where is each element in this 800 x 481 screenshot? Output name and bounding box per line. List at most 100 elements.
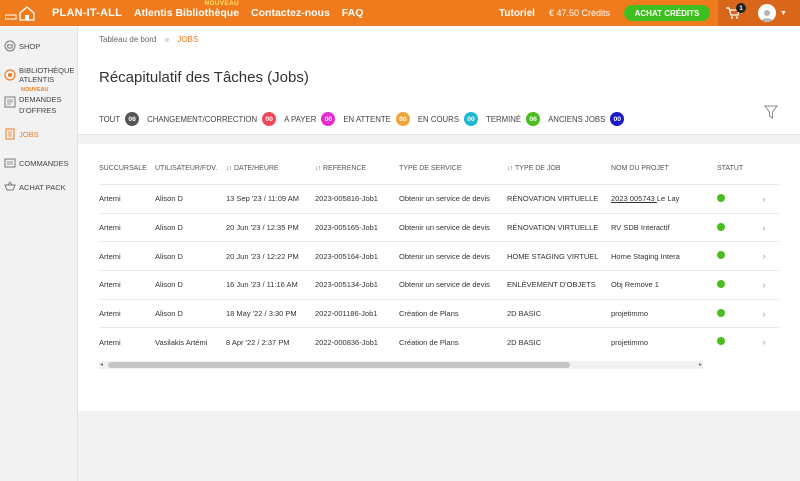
cell-status — [717, 308, 753, 319]
status-dot-icon — [717, 222, 725, 231]
project-name: RV SDB Interactif — [611, 223, 670, 233]
tab-count-badge: 00 — [395, 112, 410, 126]
shop-icon — [4, 40, 16, 52]
chevron-right-icon[interactable]: › — [753, 309, 779, 319]
cell-job-type: RÉNOVATION VIRTUELLE — [507, 194, 599, 204]
chevron-right-icon[interactable]: › — [753, 337, 779, 347]
tutorial-link[interactable]: Tutoriel — [499, 8, 535, 19]
cell-user: Alison D — [155, 309, 183, 319]
project-name: Home Staging Intera — [611, 251, 680, 261]
sidebar-item-shop[interactable]: SHOP — [0, 40, 78, 52]
tab-termin-[interactable]: TERMINÉ 06 — [486, 104, 541, 134]
cell-status — [717, 337, 753, 347]
cell-job-type: 2D BASIC — [507, 309, 542, 319]
house-logo-icon — [5, 6, 35, 21]
sidebar-item-jobs[interactable]: JOBS — [0, 128, 78, 140]
logo[interactable] — [0, 0, 44, 26]
cell-project: 2023 005743 Le Lay — [611, 194, 717, 203]
tab-en-cours[interactable]: EN COURS 00 — [418, 104, 479, 134]
cell-reference: 2022-000836-Job1 — [315, 337, 378, 347]
table-row[interactable]: Artemi Alison D 20 Jun '23 / 12:22 PM 2023-… — [99, 241, 779, 270]
tab-changement-correction[interactable]: CHANGEMENT/CORRECTION 00 — [147, 104, 277, 134]
cell-project: Obj Remove 1 — [611, 280, 717, 289]
breadcrumb-home[interactable]: Tableau de bord — [99, 35, 156, 44]
nav-atlentis-library[interactable]: Atlentis Bibliothèque NOUVEAU — [134, 0, 239, 19]
tab-label: CHANGEMENT/CORRECTION — [147, 114, 258, 124]
tab-label: EN ATTENTE — [343, 114, 391, 124]
sidebar-item-label: BIBLIOTHÈQUE ATLENTIS — [19, 66, 75, 84]
page-title: Récapitulatif des Tâches (Jobs) — [99, 69, 309, 86]
sidebar-item-orders[interactable]: COMMANDES — [0, 157, 78, 169]
sidebar-item-label: COMMANDES — [19, 159, 69, 168]
sidebar-item-label: DEMANDES D'OFFRES — [19, 95, 62, 115]
table-row[interactable]: Artemi Alison D 16 Jun '23 / 11:16 AM 2023-… — [99, 270, 779, 299]
scroll-right-icon[interactable]: ▸ — [699, 361, 702, 369]
col-header-label: TYPE DE JOB — [515, 164, 561, 172]
table-row[interactable]: Artemi Alison D 13 Sep '23 / 11:09 AM 2023-… — [99, 184, 779, 213]
avatar[interactable] — [758, 4, 776, 22]
sidebar-item-library[interactable]: BIBLIOTHÈQUE ATLENTIS NOUVEAU — [0, 66, 78, 95]
tab-label: ANCIENS JOBS — [548, 114, 606, 124]
breadcrumb-current: JOBS — [177, 35, 199, 44]
orders-icon — [4, 158, 16, 168]
table-row[interactable]: Artemi Alison D 18 May '22 / 3:30 PM 2022-0… — [99, 298, 779, 328]
status-tabs: TOUT 06 CHANGEMENT/CORRECTION 00 A PAYER 00 EN… — [99, 104, 632, 136]
tab-en-attente[interactable]: EN ATTENTE 00 — [343, 104, 410, 134]
nav-contact[interactable]: Contactez-nous — [251, 7, 330, 19]
breadcrumb-separator: » — [164, 35, 170, 44]
buy-credits-button[interactable]: ACHAT CRÉDITS — [624, 5, 710, 21]
col-header-reference[interactable]: ↓↑ REFERENCE — [315, 165, 399, 172]
table-row[interactable]: Artemi Alison D 20 Jun '23 / 12:35 PM 2023-… — [99, 212, 779, 242]
cell-project: projetimmo — [611, 309, 717, 318]
project-name: Le Lay — [656, 194, 680, 204]
cell-project: projetimmo — [611, 338, 717, 347]
tab-label: A PAYER — [284, 114, 317, 124]
project-link[interactable]: 2023 005743 — [611, 194, 657, 203]
main-content: Tableau de bord » JOBS Récapitulatif des… — [78, 26, 800, 411]
cell-service: Création de Plans — [399, 309, 459, 319]
col-header-date[interactable]: ↓↑ DATE/HEURE — [226, 165, 315, 172]
cell-user: Alison D — [155, 223, 183, 233]
cell-reference: 2023-005816-Job1 — [315, 194, 378, 204]
col-header-project[interactable]: NOM DU PROJET — [611, 165, 717, 172]
horizontal-scrollbar[interactable]: ◂ ▸ — [99, 361, 703, 369]
chevron-right-icon[interactable]: › — [753, 280, 779, 290]
filter-icon[interactable] — [764, 105, 778, 119]
cell-service: Obtenir un service de devis — [399, 280, 490, 290]
cell-project: Home Staging Intera — [611, 252, 717, 261]
chevron-right-icon[interactable]: › — [753, 223, 779, 233]
cell-status — [717, 222, 753, 233]
cell-service: Obtenir un service de devis — [399, 194, 490, 204]
cell-job-type: HOME STAGING VIRTUEL — [507, 251, 599, 261]
cell-user: Alison D — [155, 280, 183, 290]
cell-service: Obtenir un service de devis — [399, 251, 490, 261]
cell-date: 16 Jun '23 / 11:16 AM — [226, 280, 298, 290]
sidebar-item-offers[interactable]: DEMANDES D'OFFRES — [0, 94, 78, 116]
chevron-right-icon[interactable]: › — [753, 194, 779, 204]
col-header-status[interactable]: STATUT — [717, 165, 753, 172]
new-badge: NOUVEAU — [21, 87, 49, 93]
cell-reference: 2023-005134-Job1 — [315, 280, 378, 290]
tab-tout[interactable]: TOUT 06 — [99, 104, 146, 136]
cell-date: 13 Sep '23 / 11:09 AM — [226, 194, 300, 204]
chevron-down-icon[interactable]: ▼ — [780, 10, 787, 17]
brand-name[interactable]: PLAN-IT-ALL — [52, 7, 122, 19]
table-body: Artemi Alison D 13 Sep '23 / 11:09 AM 2023-… — [99, 184, 779, 356]
scroll-left-icon[interactable]: ◂ — [100, 361, 103, 369]
table-row[interactable]: Artemi Vasilakis Artémi 8 Apr '22 / 2:37 P… — [99, 327, 779, 356]
col-header-job-type[interactable]: ↓↑ TYPE DE JOB — [507, 165, 611, 172]
col-header-service[interactable]: TYPE DE SERVICE — [399, 165, 507, 172]
breadcrumb: Tableau de bord » JOBS — [99, 35, 198, 44]
tab-anciens-jobs[interactable]: ANCIENS JOBS 00 — [548, 104, 625, 134]
status-dot-icon — [717, 193, 725, 202]
user-icon — [761, 10, 773, 22]
chevron-right-icon[interactable]: › — [753, 251, 779, 261]
tab-count-badge: 06 — [526, 112, 541, 126]
col-header-user[interactable]: UTILISATEUR/FDV. — [155, 165, 226, 172]
scrollbar-thumb[interactable] — [108, 362, 570, 368]
divider — [78, 135, 800, 144]
nav-faq[interactable]: FAQ — [342, 7, 364, 19]
sidebar-item-pack[interactable]: ACHAT PACK — [0, 181, 78, 193]
col-header-branch[interactable]: SUCCURSALE — [99, 165, 155, 172]
tab-a-payer[interactable]: A PAYER 00 — [284, 104, 336, 134]
